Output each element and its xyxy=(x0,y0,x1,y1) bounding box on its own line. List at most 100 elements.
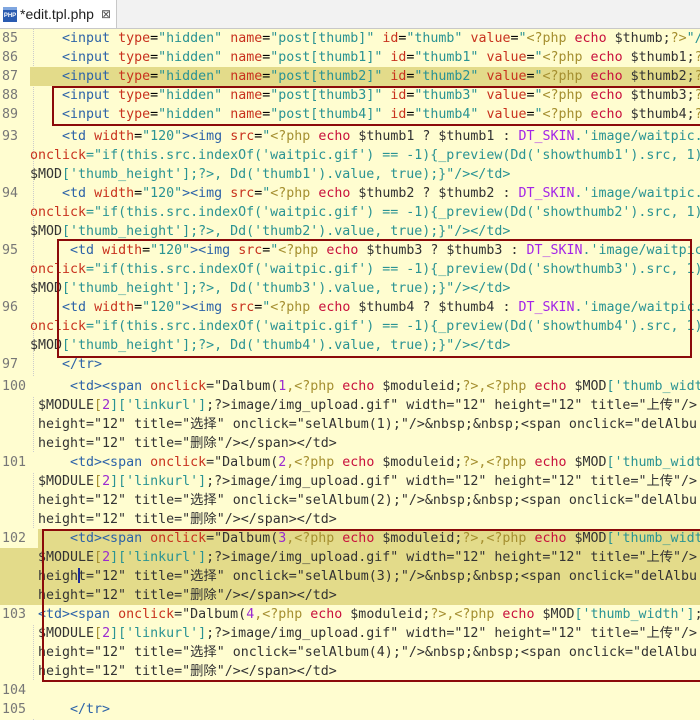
code-line[interactable]: 94 <td width="120"><img src="<?php echo … xyxy=(0,184,700,203)
code-text: height="12" title="选择" onclick="selAlbum… xyxy=(38,415,697,434)
code-line[interactable]: $MOD['thumb_height'];?>, Dd('thumb2').va… xyxy=(0,222,700,241)
code-token: </tr> xyxy=(62,357,103,372)
code-token: name xyxy=(230,69,263,84)
code-token: width xyxy=(94,129,135,144)
code-text: <td width="120"><img src="<?php echo $th… xyxy=(30,184,700,203)
code-token: "120" xyxy=(142,129,183,144)
code-token: onclick xyxy=(150,531,207,546)
code-token: [ xyxy=(94,474,103,489)
code-text: <td width="120"><img src="<?php echo $th… xyxy=(30,127,700,146)
code-editor[interactable]: 85 <input type="hidden" name="post[thumb… xyxy=(0,29,700,720)
code-line[interactable]: 104 xyxy=(0,681,700,700)
code-line[interactable]: height="12" title="选择" onclick="selAlbum… xyxy=(0,491,700,510)
code-token: echo xyxy=(326,243,359,258)
code-text: <td><span onclick="Dalbum(1,<?php echo $… xyxy=(38,377,700,396)
code-line[interactable]: $MOD['thumb_height'];?>, Dd('thumb1').va… xyxy=(0,165,700,184)
code-token: ><img xyxy=(190,243,231,258)
code-token: ?>,<?php xyxy=(462,455,527,470)
code-line[interactable]: height="12" title="选择" onclick="selAlbum… xyxy=(0,643,700,662)
code-token: $MODULE xyxy=(38,398,95,413)
line-number: 101 xyxy=(0,453,40,472)
code-line[interactable]: onclick="if(this.src.indexOf('waitpic.gi… xyxy=(0,317,700,336)
code-token: $moduleid; xyxy=(374,455,463,470)
code-token: <td xyxy=(70,243,95,258)
code-line[interactable]: 101 <td><span onclick="Dalbum(2,<?php ec… xyxy=(0,453,700,472)
code-text: height="12" title="删除"/></span></td> xyxy=(38,662,337,681)
code-line[interactable]: 87 <input type="hidden" name="post[thumb… xyxy=(0,67,700,86)
code-token: <?php xyxy=(278,243,319,258)
code-line[interactable]: 103 <td><span onclick="Dalbum(4,<?php ech… xyxy=(0,605,700,624)
line-number: 87 xyxy=(0,67,32,86)
code-line[interactable]: onclick="if(this.src.indexOf('waitpic.gi… xyxy=(0,146,700,165)
code-line[interactable]: height="12" title="删除"/></span></td> xyxy=(0,510,700,529)
code-line[interactable]: 100 <td><span onclick="Dalbum(1,<?php ec… xyxy=(0,377,700,396)
code-token: <input xyxy=(62,88,111,103)
code-token: ? xyxy=(695,107,700,122)
code-line[interactable]: height="12" title="删除"/></span></td> xyxy=(0,662,700,681)
code-token: ="if(this.src.indexOf('waitpic.gif') == … xyxy=(86,205,700,220)
code-token: $thumb2; xyxy=(622,69,695,84)
code-line[interactable]: 102 <td><span onclick="Dalbum(3,<?php ec… xyxy=(0,529,700,548)
code-line[interactable]: 93 <td width="120"><img src="<?php echo … xyxy=(0,127,700,146)
code-text: height="12" title="删除"/></span></td> xyxy=(38,434,337,453)
close-tab-icon[interactable]: ⊠ xyxy=(101,7,111,21)
code-token: .'image/waitpic. xyxy=(574,186,700,201)
code-line[interactable]: $MOD['thumb_height'];?>, Dd('thumb4').va… xyxy=(0,336,700,355)
code-line[interactable]: height="12" title="选择" onclick="selAlbum… xyxy=(0,415,700,434)
code-line[interactable]: height="12" title="选择" onclick="selAlbum… xyxy=(0,567,700,586)
code-line[interactable]: $MOD['thumb_height'];?>, Dd('thumb3').va… xyxy=(0,279,700,298)
code-token: $thumb; xyxy=(606,31,671,46)
code-token: "thumb2" xyxy=(414,69,479,84)
code-token: ? xyxy=(695,50,700,65)
code-line[interactable]: $MODULE[2]['linkurl'];?>image/img_upload… xyxy=(0,548,700,567)
code-token: name xyxy=(230,31,263,46)
code-line[interactable]: 105 </tr> xyxy=(0,700,700,719)
code-line[interactable]: 88 <input type="hidden" name="post[thumb… xyxy=(0,86,700,105)
code-token: $MOD xyxy=(30,281,63,296)
code-line[interactable]: 86 <input type="hidden" name="post[thumb… xyxy=(0,48,700,67)
code-line[interactable]: 97 </tr> xyxy=(0,355,700,374)
code-text: $MOD['thumb_height'];?>, Dd('thumb4').va… xyxy=(30,336,510,355)
code-token: = xyxy=(150,50,159,65)
code-token: $thumb4; xyxy=(622,107,695,122)
tab-edit-tpl-php[interactable]: PHP *edit.tpl.php ⊠ xyxy=(0,0,117,28)
code-token: $thumb1 ? $thumb1 : xyxy=(350,129,519,144)
code-line[interactable]: 85 <input type="hidden" name="post[thumb… xyxy=(0,29,700,48)
code-text: <td width="120"><img src="<?php echo $th… xyxy=(30,298,700,317)
code-token: DT_SKIN xyxy=(518,129,575,144)
code-token: width xyxy=(94,300,135,315)
code-token: $thumb3 ? $thumb3 : xyxy=(358,243,527,258)
code-token: "120" xyxy=(150,243,191,258)
code-line[interactable]: onclick="if(this.src.indexOf('waitpic.gi… xyxy=(0,260,700,279)
code-line[interactable]: $MODULE[2]['linkurl'];?>image/img_upload… xyxy=(0,396,700,415)
code-token: "post[thumb2]" xyxy=(270,69,383,84)
code-line[interactable]: height="12" title="删除"/></span></td> xyxy=(0,586,700,605)
code-token: height="12" title="删除"/></span></td> xyxy=(38,436,337,451)
code-text: $MOD['thumb_height'];?>, Dd('thumb3').va… xyxy=(30,279,510,298)
code-line[interactable]: 89 <input type="hidden" name="post[thumb… xyxy=(0,105,700,124)
code-token: "thumb3" xyxy=(414,88,479,103)
code-line[interactable]: onclick="if(this.src.indexOf('waitpic.gi… xyxy=(0,203,700,222)
line-number: 85 xyxy=(0,29,32,48)
code-token: ['thumb_width'] xyxy=(574,607,695,622)
code-line[interactable]: $MODULE[2]['linkurl'];?>image/img_upload… xyxy=(0,472,700,491)
code-line[interactable]: $MODULE[2]['linkurl'];?>image/img_upload… xyxy=(0,624,700,643)
code-token: ?> xyxy=(670,31,687,46)
code-token: $thumb3; xyxy=(622,88,695,103)
code-line[interactable]: 95 <td width="120"><img src="<?php echo … xyxy=(0,241,700,260)
code-token: "thumb1" xyxy=(414,50,479,65)
code-token: $thumb1; xyxy=(622,50,695,65)
code-token: $MODULE xyxy=(38,474,95,489)
code-line[interactable]: 96 <td width="120"><img src="<?php echo … xyxy=(0,298,700,317)
code-line[interactable]: height="12" title="删除"/></span></td> xyxy=(0,434,700,453)
code-text: onclick="if(this.src.indexOf('waitpic.gi… xyxy=(30,260,700,279)
code-token: <td><span xyxy=(70,455,143,470)
code-token: height="12" title="选择" onclick="selAlbum… xyxy=(38,417,698,432)
